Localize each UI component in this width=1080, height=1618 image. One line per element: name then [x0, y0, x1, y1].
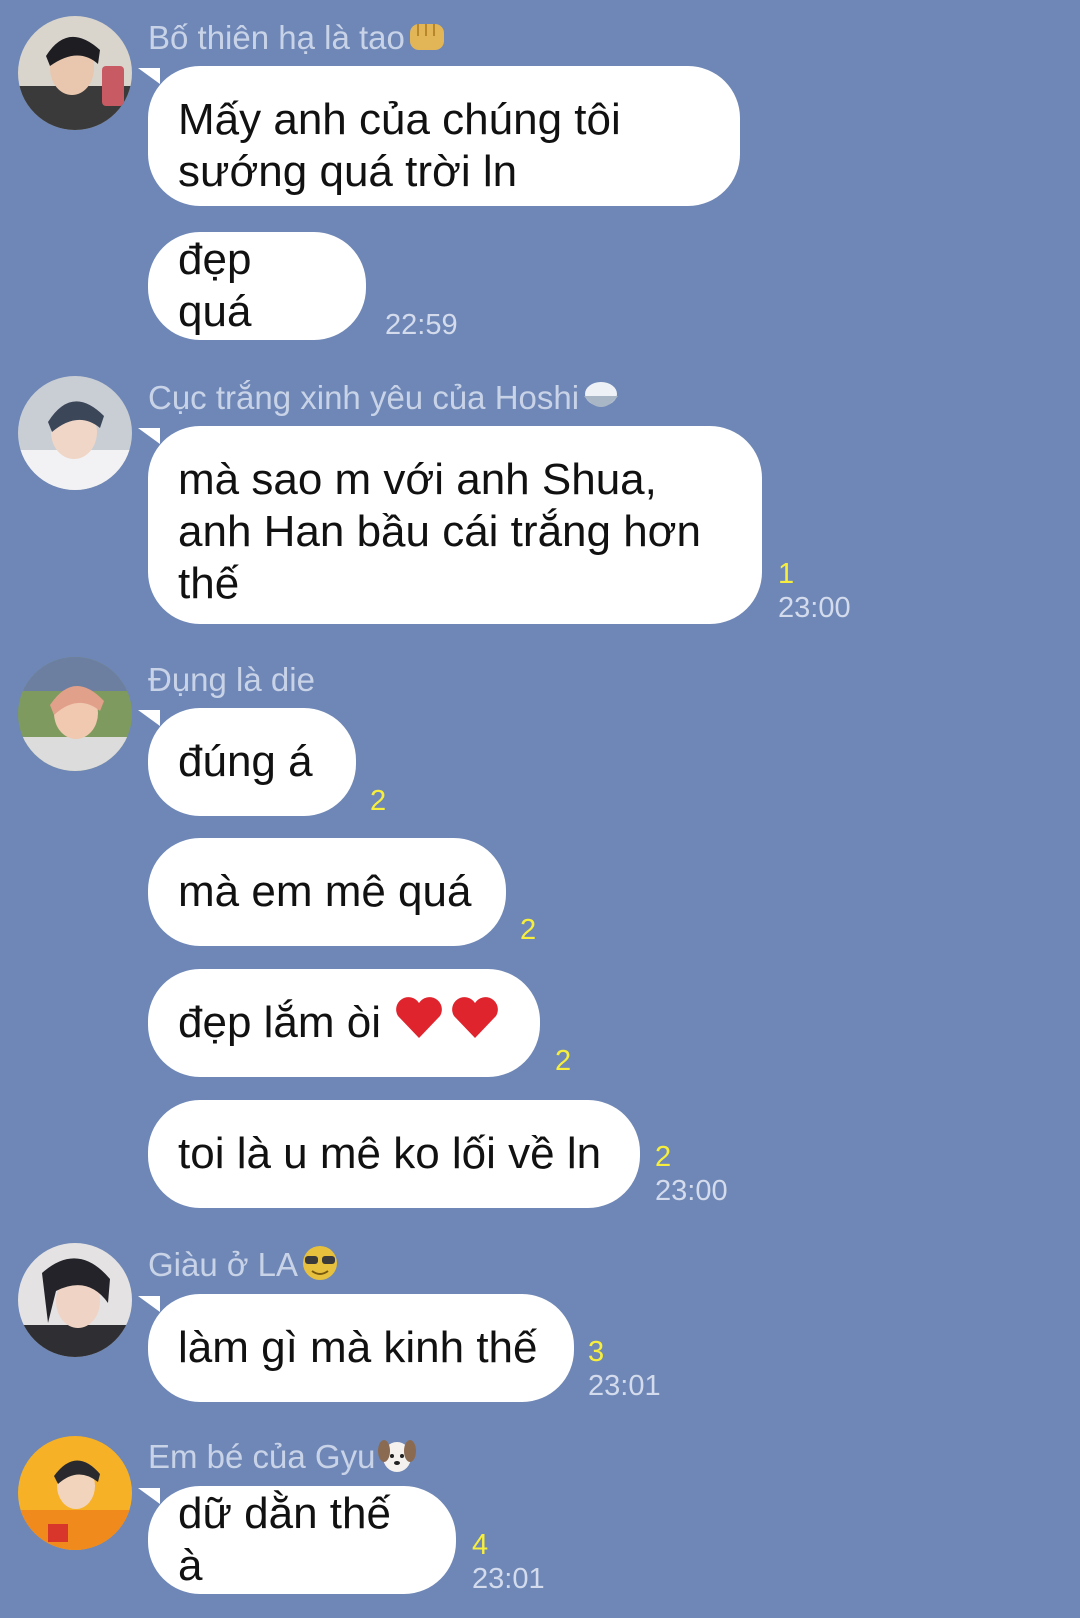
bubble-tail [138, 68, 160, 84]
read-count: 1 [778, 558, 795, 590]
bubble-tail [138, 1296, 160, 1312]
message-text: làm gì mà kinh thế [178, 1323, 538, 1372]
bubble-tail [138, 710, 160, 726]
message-time: 23:00 [778, 592, 851, 624]
message-meta: 1 23:00 [778, 557, 851, 625]
message-text: đẹp lắm òi [178, 998, 382, 1047]
message-meta: 2 [370, 784, 386, 818]
message-bubble[interactable]: mà em mê quá [148, 838, 506, 946]
avatar[interactable] [18, 657, 132, 771]
message-bubble[interactable]: toi là u mê ko lối về ln [148, 1100, 640, 1208]
message-meta: 22:59 [385, 308, 458, 342]
sunglasses-emoji [300, 1244, 340, 1291]
fist-emoji [407, 18, 447, 63]
message-time: 23:01 [588, 1370, 661, 1402]
read-count: 2 [520, 914, 537, 946]
sender-name: Giàu ở LA [148, 1244, 340, 1291]
message-text: toi là u mê ko lối về ln [178, 1129, 602, 1178]
red-heart-emoji [393, 994, 445, 1052]
avatar[interactable] [18, 376, 132, 490]
sender-name: Em bé của Gyu [148, 1436, 417, 1483]
dog-face-emoji [377, 1436, 417, 1483]
read-count: 4 [472, 1529, 489, 1561]
message-text: mà sao m với anh Shua, anh Han bầu cái t… [178, 455, 701, 608]
sender-name: Bố thiên hạ là tao [148, 18, 447, 63]
rice-bowl-emoji [581, 378, 621, 423]
avatar[interactable] [18, 1436, 132, 1550]
red-heart-emoji [449, 994, 501, 1052]
message-text: mà em mê quá [178, 867, 472, 916]
message-bubble[interactable]: dữ dằn thế à [148, 1486, 456, 1594]
sender-name: Cục trắng xinh yêu của Hoshi [148, 378, 621, 423]
message-text: đẹp quá [178, 235, 252, 336]
bubble-tail [138, 428, 160, 444]
message-meta: 2 23:00 [655, 1140, 728, 1208]
read-count: 2 [555, 1045, 572, 1077]
sender-name: Đụng là die [148, 661, 315, 698]
message-text: dữ dằn thế à [178, 1489, 391, 1590]
message-meta: 2 [555, 1044, 571, 1078]
read-count: 2 [655, 1141, 672, 1173]
message-meta: 3 23:01 [588, 1335, 661, 1403]
message-bubble[interactable]: Mấy anh của chúng tôi sướng quá trời ln [148, 66, 740, 206]
message-bubble[interactable]: đẹp quá [148, 232, 366, 340]
message-bubble[interactable]: mà sao m với anh Shua, anh Han bầu cái t… [148, 426, 762, 624]
read-count: 3 [588, 1336, 605, 1368]
message-time: 22:59 [385, 309, 458, 341]
message-bubble[interactable]: làm gì mà kinh thế [148, 1294, 574, 1402]
read-count: 2 [370, 785, 387, 817]
message-meta: 2 [520, 913, 536, 947]
message-text: đúng á [178, 737, 313, 786]
avatar[interactable] [18, 16, 132, 130]
avatar[interactable] [18, 1243, 132, 1357]
bubble-tail [138, 1488, 160, 1504]
message-meta: 4 23:01 [472, 1528, 545, 1596]
message-bubble[interactable]: đúng á [148, 708, 356, 816]
message-time: 23:00 [655, 1175, 728, 1207]
message-time: 23:01 [472, 1563, 545, 1595]
message-text: Mấy anh của chúng tôi sướng quá trời ln [178, 95, 621, 196]
message-bubble[interactable]: đẹp lắm òi [148, 969, 540, 1077]
